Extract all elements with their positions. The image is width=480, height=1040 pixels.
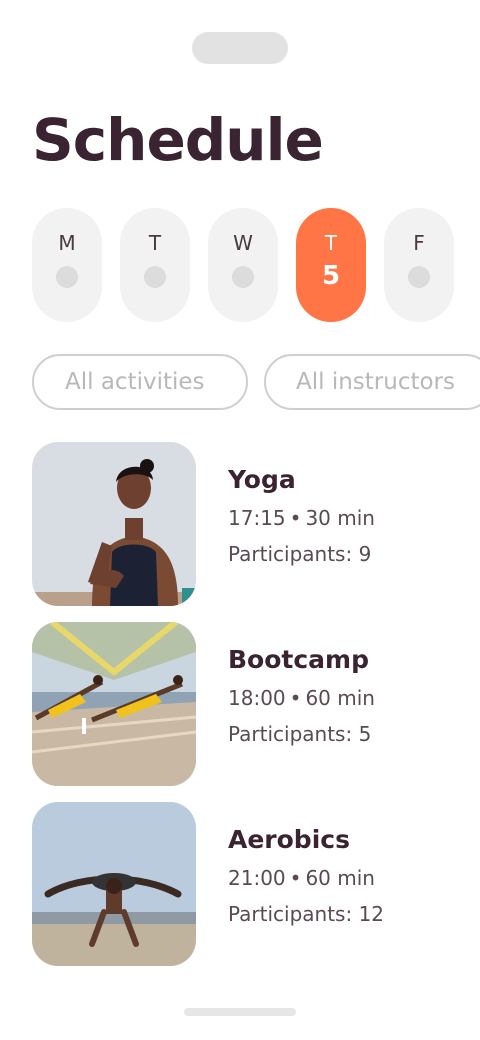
filter-activities-chip[interactable]: All activities: [32, 354, 248, 410]
bullet-separator: •: [289, 686, 302, 710]
day-dot: [56, 266, 78, 288]
class-name: Aerobics: [228, 825, 350, 854]
class-duration: 60 min: [305, 866, 375, 890]
class-time-duration: 17:15 • 30 min: [228, 504, 375, 532]
class-participants: Participants: 12: [228, 902, 385, 926]
bullet-separator: •: [289, 866, 302, 890]
day-dot: [144, 266, 166, 288]
class-time: 17:15: [228, 506, 286, 530]
class-item-yoga[interactable]: Yoga 17:15 • 30 min Participants: 9: [32, 442, 480, 606]
day-pill-friday[interactable]: F: [384, 208, 454, 322]
day-pill-thursday[interactable]: T 5: [296, 208, 366, 322]
class-duration: 60 min: [305, 686, 375, 710]
yoga-photo: [32, 442, 196, 606]
class-info: Bootcamp 18:00 • 60 min Participants: 5: [228, 622, 375, 786]
day-date: 5: [321, 261, 341, 291]
class-time-duration: 21:00 • 60 min: [228, 864, 384, 892]
top-notch: [192, 32, 288, 64]
class-participants: Participants: 5: [228, 722, 372, 746]
filter-bar: All activities All instructors: [32, 354, 480, 410]
bootcamp-photo: [32, 622, 196, 786]
day-selector: M T W T 5 F: [32, 208, 454, 322]
day-dot: [408, 266, 430, 288]
day-pill-wednesday[interactable]: W: [208, 208, 278, 322]
class-list: Yoga 17:15 • 30 min Participants: 9 Boot…: [32, 442, 480, 982]
filter-instructors-chip[interactable]: All instructors: [264, 354, 480, 410]
day-pill-tuesday[interactable]: T: [120, 208, 190, 322]
class-info: Yoga 17:15 • 30 min Participants: 9: [228, 442, 375, 606]
home-indicator[interactable]: [184, 1008, 296, 1016]
page-title: Schedule: [32, 106, 324, 174]
aerobics-photo: [32, 802, 196, 966]
class-time-duration: 18:00 • 60 min: [228, 684, 375, 712]
class-name: Bootcamp: [228, 645, 369, 674]
bullet-separator: •: [289, 506, 302, 530]
day-dot: [232, 266, 254, 288]
class-item-aerobics[interactable]: Aerobics 21:00 • 60 min Participants: 12: [32, 802, 480, 966]
day-pill-monday[interactable]: M: [32, 208, 102, 322]
day-letter: F: [413, 231, 425, 255]
class-time: 18:00: [228, 686, 286, 710]
day-letter: T: [148, 231, 162, 255]
class-info: Aerobics 21:00 • 60 min Participants: 12: [228, 802, 384, 966]
class-time: 21:00: [228, 866, 286, 890]
class-item-bootcamp[interactable]: Bootcamp 18:00 • 60 min Participants: 5: [32, 622, 480, 786]
day-letter: W: [233, 231, 253, 255]
class-duration: 30 min: [305, 506, 375, 530]
day-letter: M: [58, 231, 76, 255]
class-name: Yoga: [228, 465, 296, 494]
day-letter: T: [324, 231, 338, 255]
class-participants: Participants: 9: [228, 542, 372, 566]
